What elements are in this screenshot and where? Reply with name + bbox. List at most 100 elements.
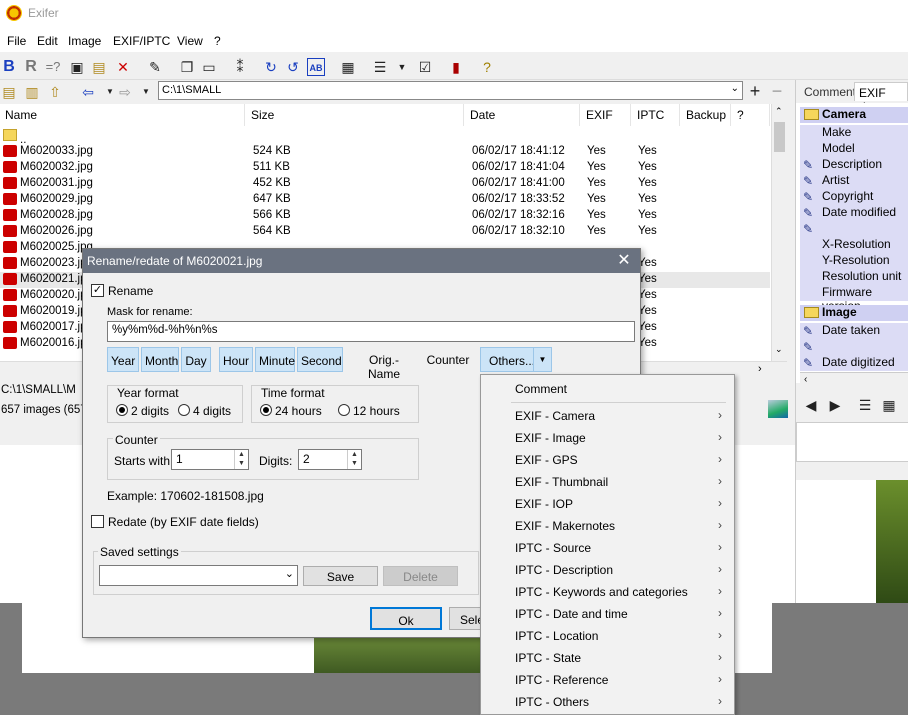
equals-icon[interactable]: =?	[44, 58, 62, 76]
view-list-icon[interactable]: ☰	[371, 58, 389, 76]
back-icon[interactable]: ⇦	[79, 83, 97, 101]
exif-field-item[interactable]: X-Resolution	[800, 237, 908, 253]
exif-field-item[interactable]: Firmware version	[800, 285, 908, 313]
hour-button[interactable]: Hour	[219, 347, 253, 372]
popup-menu-item[interactable]: EXIF - Camera ›	[481, 405, 734, 427]
four-digits-radio[interactable]	[178, 404, 190, 416]
save-button[interactable]: Save	[303, 566, 378, 586]
12-hours-radio[interactable]	[338, 404, 350, 416]
ab-icon[interactable]: AB	[307, 58, 325, 76]
column-name[interactable]: Name	[0, 104, 245, 126]
prev-arrow-icon[interactable]: ◀	[802, 396, 820, 414]
forward-dropdown-icon[interactable]: ▼	[137, 83, 155, 101]
popup-menu-item[interactable]: EXIF - Thumbnail ›	[481, 471, 734, 493]
copy-icon[interactable]: ❐	[178, 58, 196, 76]
exif-field-item[interactable]: ✎ Artist	[800, 173, 908, 189]
bold-b-icon[interactable]: B	[0, 58, 18, 76]
exif-field-item[interactable]: Resolution unit	[800, 269, 908, 285]
exif-field-item[interactable]: ✎	[800, 339, 908, 355]
table-row[interactable]: M6020029.jpg 647 KB 06/02/17 18:33:52 Yes Ye…	[0, 192, 770, 208]
scroll-up-icon[interactable]: ⌃	[775, 106, 783, 117]
second-button[interactable]: Second	[297, 347, 343, 372]
spinner-icon[interactable]: ▲ ▼	[234, 450, 248, 469]
mask-input[interactable]: %y%m%d-%h%n%s	[107, 321, 635, 342]
next-arrow-icon[interactable]: ▶	[826, 396, 844, 414]
two-digits-radio[interactable]	[116, 404, 128, 416]
close-icon[interactable]: ✕	[614, 251, 634, 271]
folder-up-icon[interactable]: ⇧	[46, 83, 64, 101]
spinner-icon[interactable]: ▲ ▼	[347, 450, 361, 469]
menu-help[interactable]: ?	[214, 34, 221, 48]
group-camera[interactable]: Camera	[800, 107, 908, 123]
path-combobox[interactable]: C:\1\SMALL ⌄	[158, 81, 743, 100]
popup-menu-item[interactable]: IPTC - State ›	[481, 647, 734, 669]
redate-checkbox[interactable]	[91, 515, 104, 528]
delete-icon[interactable]: ✕	[114, 58, 132, 76]
exif-field-item[interactable]: ✎ Copyright	[800, 189, 908, 205]
exif-field-item[interactable]: ✎ Date taken	[800, 323, 908, 339]
table-row[interactable]: M6020032.jpg 511 KB 06/02/17 18:41:04 Yes Ye…	[0, 160, 770, 176]
scroll-thumb[interactable]	[774, 122, 785, 152]
exif-field-item[interactable]: ✎ Date digitized	[800, 355, 908, 371]
checklist-icon[interactable]: ☑	[416, 58, 434, 76]
popup-menu-item[interactable]: IPTC - Description ›	[481, 559, 734, 581]
group-image[interactable]: Image	[800, 305, 908, 321]
tab-exif-data[interactable]: EXIF data	[854, 82, 908, 114]
popup-menu-item[interactable]: EXIF - Image ›	[481, 427, 734, 449]
file-list-vertical-scrollbar[interactable]: ⌃ ⌄	[771, 104, 787, 361]
tab-comment[interactable]: Comment	[800, 82, 861, 101]
remove-icon[interactable]: −	[768, 82, 786, 100]
column-date[interactable]: Date	[465, 104, 580, 126]
counter-button[interactable]: Counter	[423, 347, 473, 372]
column-exif[interactable]: EXIF	[581, 104, 631, 126]
popup-menu-item[interactable]: EXIF - IOP ›	[481, 493, 734, 515]
window-icon[interactable]: ▭	[200, 58, 218, 76]
slideshow-icon[interactable]: ▦	[339, 58, 357, 76]
ok-button[interactable]: Ok	[370, 607, 442, 630]
rotate-right-icon[interactable]: ↻	[262, 58, 280, 76]
popup-menu-item[interactable]: EXIF - GPS ›	[481, 449, 734, 471]
help-icon[interactable]: ?	[478, 58, 496, 76]
grid-view-icon[interactable]: ▦	[880, 396, 898, 414]
popup-menu-item[interactable]: IPTC - Source ›	[481, 537, 734, 559]
24-hours-radio[interactable]	[260, 404, 272, 416]
column-iptc[interactable]: IPTC	[632, 104, 680, 126]
exif-field-item[interactable]: ✎ Date modified	[800, 205, 908, 221]
forward-icon[interactable]: ⇨	[116, 83, 134, 101]
exif-field-item[interactable]: Make	[800, 125, 908, 141]
rename-checkbox[interactable]: ✓	[91, 284, 104, 297]
others-button[interactable]: Others... ▼	[480, 347, 552, 372]
menu-exif-iptc[interactable]: EXIF/IPTC	[113, 34, 170, 48]
scroll-right-icon[interactable]: ›	[758, 363, 762, 375]
saved-settings-select[interactable]: ⌄	[99, 565, 298, 586]
popup-menu-item[interactable]: EXIF - Makernotes ›	[481, 515, 734, 537]
open-folder-icon[interactable]: ▤	[0, 83, 18, 101]
table-row[interactable]: M6020031.jpg 452 KB 06/02/17 18:41:00 Yes Ye…	[0, 176, 770, 192]
image-thumbnail-icon[interactable]	[768, 400, 788, 418]
save-icon[interactable]: ▣	[68, 58, 86, 76]
year-button[interactable]: Year	[107, 347, 139, 372]
edit-icon[interactable]: ✎	[146, 58, 164, 76]
folder-tree-icon[interactable]: ▥	[23, 83, 41, 101]
menu-edit[interactable]: Edit	[37, 34, 58, 48]
r-icon[interactable]: R	[22, 58, 40, 76]
popup-menu-item[interactable]: Comment	[481, 378, 734, 400]
column-question[interactable]: ?	[732, 104, 770, 126]
counter-icon[interactable]: ⁑	[231, 58, 249, 76]
minute-button[interactable]: Minute	[255, 347, 295, 372]
rotate-left-icon[interactable]: ↺	[284, 58, 302, 76]
table-row[interactable]: M6020028.jpg 566 KB 06/02/17 18:32:16 Yes Ye…	[0, 208, 770, 224]
dropdown-arrow-icon[interactable]: ▼	[533, 348, 551, 371]
exif-field-item[interactable]: ✎ Description	[800, 157, 908, 173]
list-view-icon[interactable]: ☰	[856, 396, 874, 414]
popup-menu-item[interactable]: IPTC - Keywords and categories ›	[481, 581, 734, 603]
list-item-parent[interactable]: ..	[0, 128, 770, 146]
popup-menu-item[interactable]: IPTC - Date and time ›	[481, 603, 734, 625]
table-row[interactable]: M6020033.jpg 524 KB 06/02/17 18:41:12 Yes Ye…	[0, 144, 770, 160]
scroll-left-icon[interactable]: ‹	[804, 374, 807, 385]
table-row[interactable]: M6020026.jpg 564 KB 06/02/17 18:32:10 Yes Ye…	[0, 224, 770, 240]
orig-name-button[interactable]: Orig.-Name	[351, 347, 417, 381]
column-backup[interactable]: Backup	[681, 104, 731, 126]
menu-view[interactable]: View	[177, 34, 203, 48]
view-dropdown-icon[interactable]: ▼	[393, 58, 411, 76]
